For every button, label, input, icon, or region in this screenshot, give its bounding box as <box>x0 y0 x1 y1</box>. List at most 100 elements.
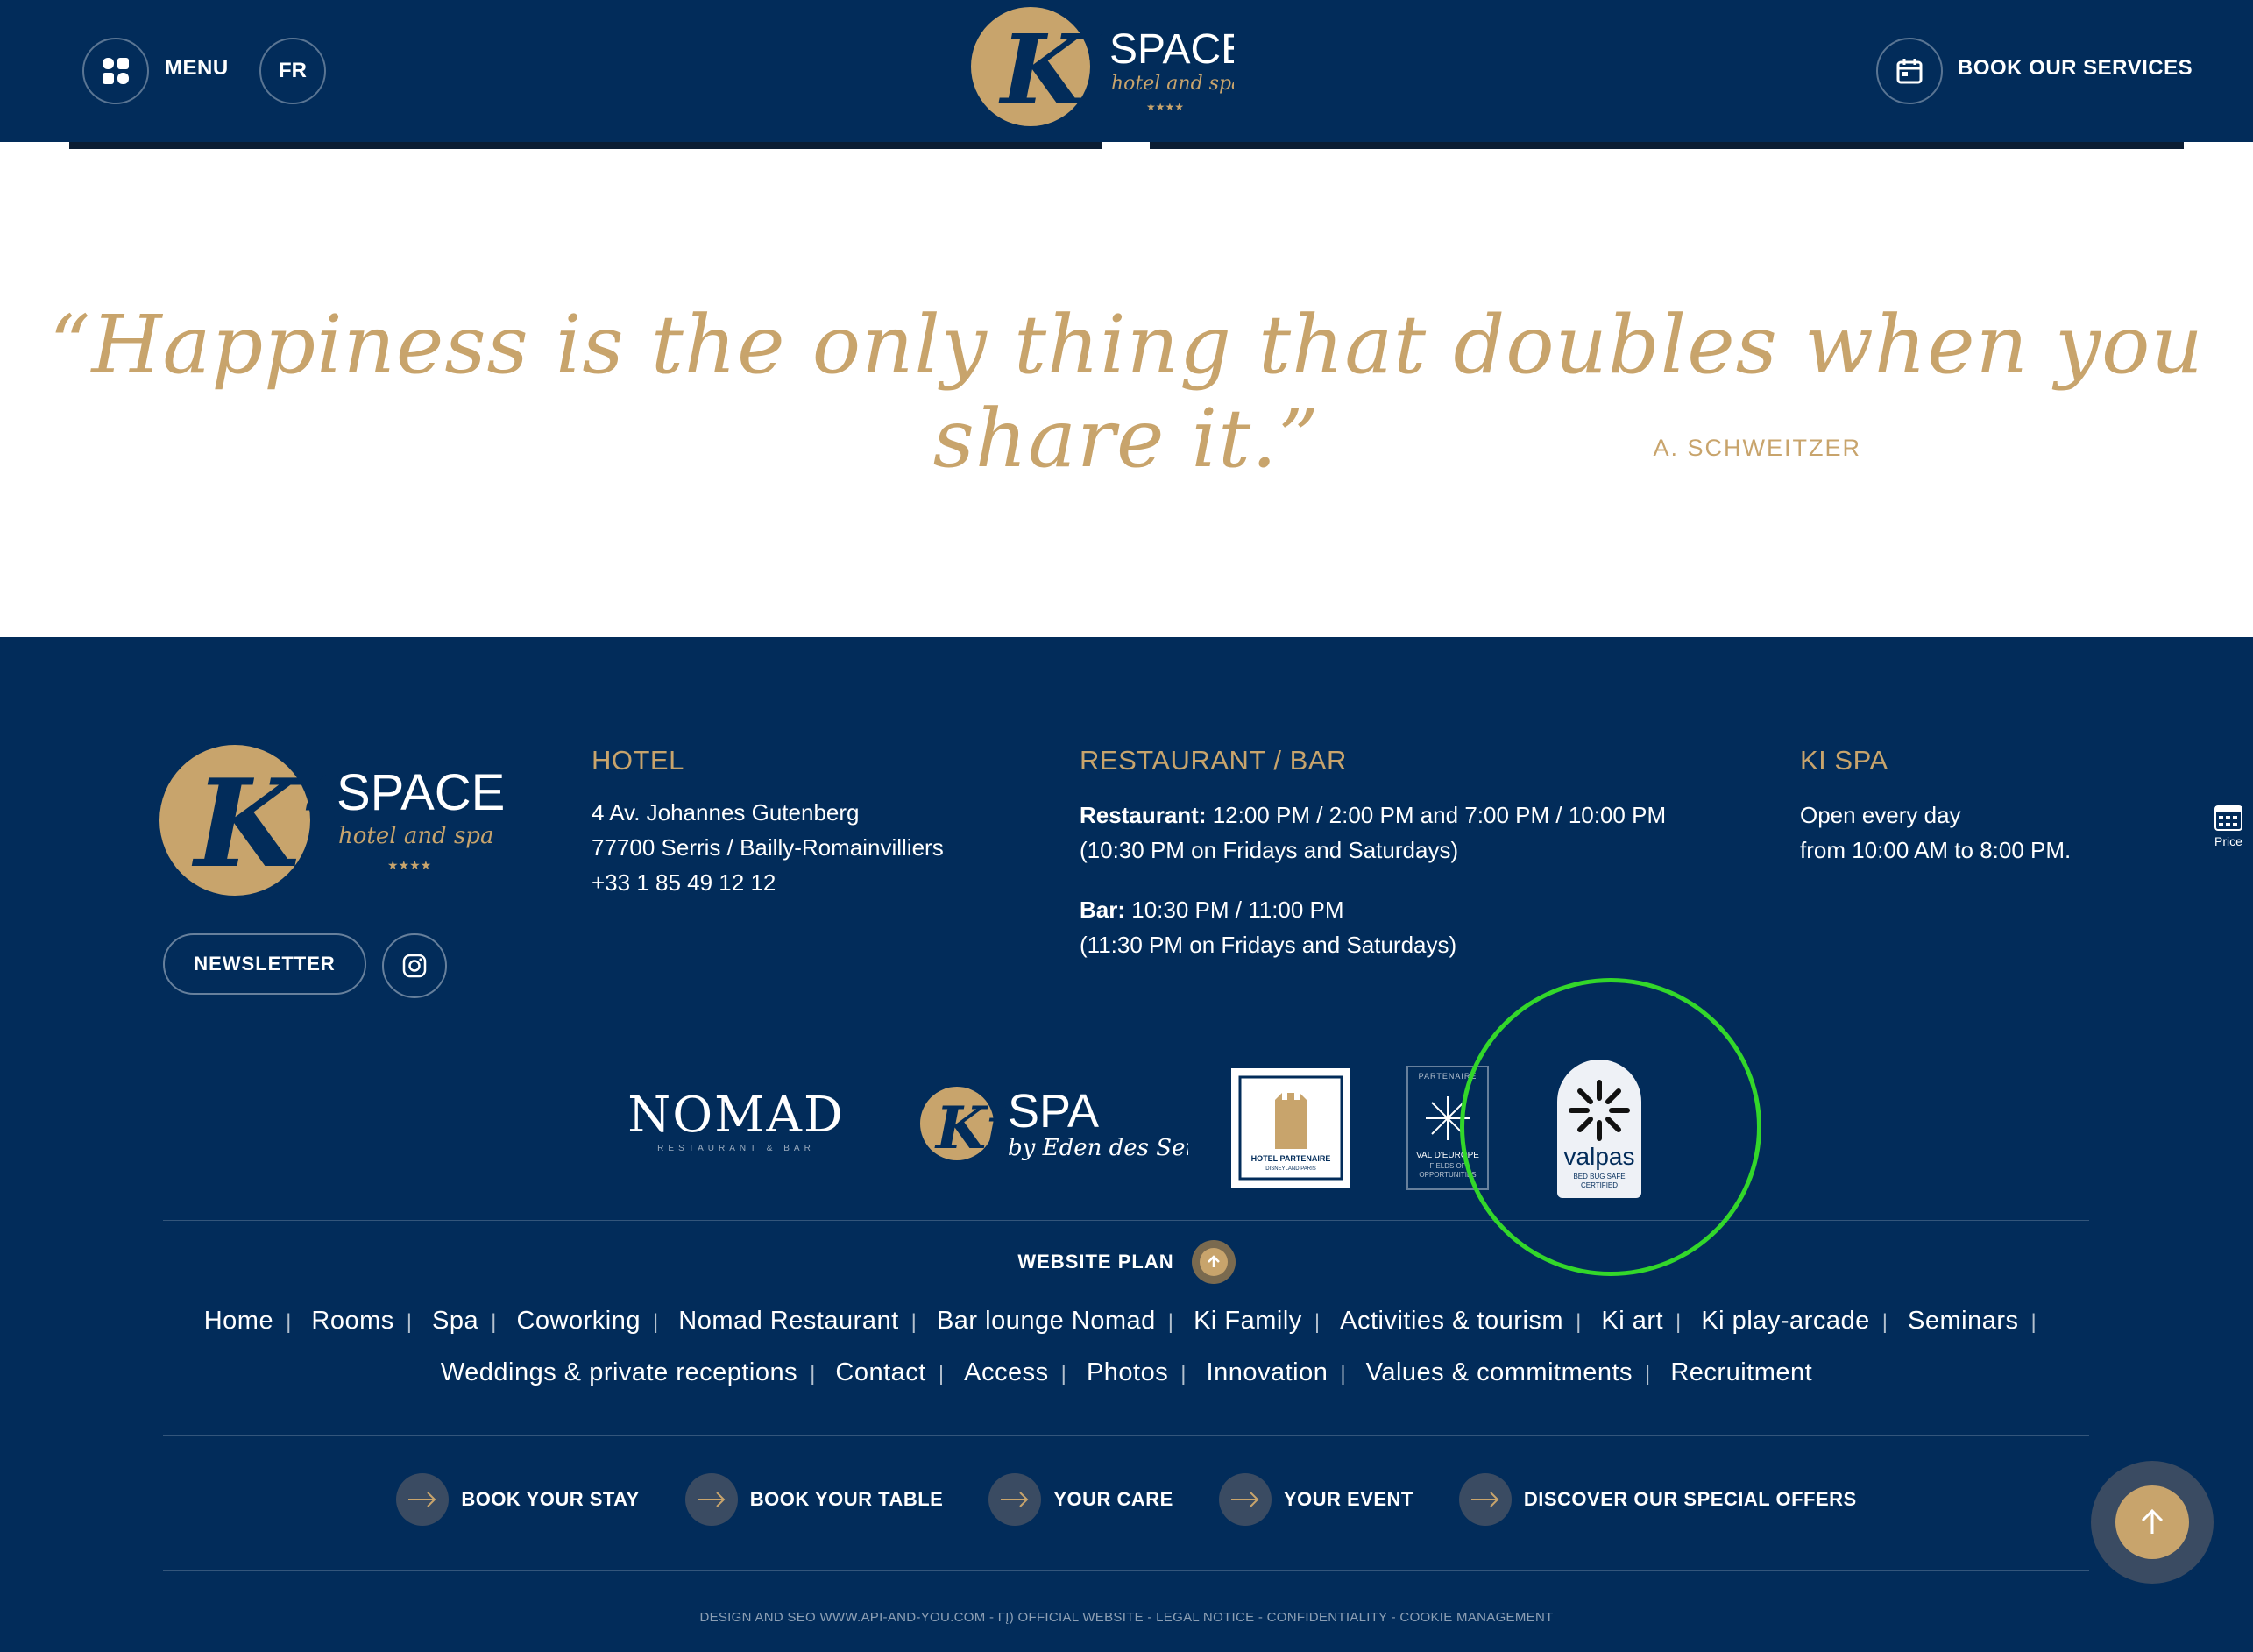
link-separator: | <box>2030 1310 2037 1334</box>
header-logo[interactable]: Ki SPACE hotel and spa ★★★★ <box>971 5 1234 137</box>
logo-ki-text: Ki <box>998 13 1121 126</box>
footer-link-values[interactable]: Values & commitments <box>1366 1358 1633 1387</box>
nomad-logo-art: NOMAD RESTAURANT & BAR <box>627 1087 843 1153</box>
link-separator: | <box>1340 1362 1347 1386</box>
valeurope-line1: VAL D'EUROPE <box>1416 1151 1479 1160</box>
footer-link-coworking[interactable]: Coworking <box>516 1307 641 1336</box>
book-services-button[interactable] <box>1876 38 1943 104</box>
arrow-right-icon <box>697 1492 726 1507</box>
cta-arrow-circle <box>988 1473 1042 1526</box>
link-separator: | <box>1060 1362 1067 1386</box>
footer-logo-tagline-text: hotel and spa <box>338 823 493 849</box>
restaurant-hours-label: Restaurant: <box>1080 802 1207 828</box>
footer-link-innovation[interactable]: Innovation <box>1207 1358 1328 1387</box>
footer-divider-top <box>163 1220 2089 1221</box>
link-separator: | <box>1180 1362 1187 1386</box>
footer-logo-ki-text: Ki <box>191 752 345 895</box>
logo-stars: ★★★★ <box>1146 101 1184 113</box>
hotel-title: HOTEL <box>592 745 684 776</box>
arrow-right-icon <box>1470 1492 1499 1507</box>
section-divider-left <box>69 142 1102 149</box>
cta-arrow-circle <box>396 1473 450 1526</box>
valeurope-line3: OPPORTUNITIES <box>1419 1171 1476 1179</box>
link-separator: | <box>1576 1310 1582 1334</box>
restaurant-title: RESTAURANT / BAR <box>1080 745 1347 776</box>
bar-hours: 10:30 PM / 11:00 PM <box>1125 897 1344 923</box>
footer-links-row1: Home | Rooms | Spa | Coworking | Nomad Resta… <box>0 1307 2253 1336</box>
footer-link-weddings[interactable]: Weddings & private receptions <box>441 1358 797 1387</box>
price-side-tab[interactable]: Price <box>2204 802 2253 848</box>
partner-nomad-logo[interactable]: NOMAD RESTAURANT & BAR <box>615 1084 857 1163</box>
link-separator: | <box>910 1310 917 1334</box>
cta-your-event-label: YOUR EVENT <box>1283 1488 1413 1510</box>
logo-tagline-text: hotel and spa <box>1111 73 1234 95</box>
link-separator: | <box>810 1362 816 1386</box>
cta-row: BOOK YOUR STAY BOOK YOUR TABLE YOUR CARE… <box>0 1473 2253 1526</box>
scroll-to-top-inner <box>2115 1485 2189 1559</box>
footer-link-nomad-restaurant[interactable]: Nomad Restaurant <box>678 1307 898 1336</box>
footer-link-access[interactable]: Access <box>964 1358 1048 1387</box>
footer-divider-bottom <box>163 1570 2089 1571</box>
valpas-name: valpas <box>1564 1143 1635 1170</box>
footer-link-contact[interactable]: Contact <box>835 1358 925 1387</box>
link-separator: | <box>491 1310 497 1334</box>
website-plan[interactable]: WEBSITE PLAN <box>0 1240 2253 1284</box>
spa-hours-line1: Open every day <box>1800 802 1961 828</box>
scroll-to-top-button[interactable] <box>2091 1461 2214 1584</box>
quote-author: A. SCHWEITZER <box>1653 435 1861 461</box>
cta-special-offers[interactable]: DISCOVER OUR SPECIAL OFFERS <box>1458 1473 1857 1526</box>
footer-logo[interactable]: Ki SPACE hotel and spa ★★★★ <box>158 743 508 910</box>
link-separator: | <box>286 1310 292 1334</box>
footer-link-rooms[interactable]: Rooms <box>311 1307 393 1336</box>
bar-hours-note: (11:30 PM on Fridays and Saturdays) <box>1080 932 1457 958</box>
language-button[interactable]: FR <box>259 38 326 104</box>
partner-disney-logo[interactable]: HOTEL PARTENAIRE DISNEYLAND PARIS <box>1231 1068 1350 1188</box>
instagram-button[interactable] <box>382 933 447 998</box>
footer-link-ki-family[interactable]: Ki Family <box>1194 1307 1302 1336</box>
cta-arrow-circle <box>1458 1473 1512 1526</box>
site-header: MENU FR Ki SPACE hotel and spa ★★★★ BOOK… <box>0 0 2253 142</box>
arrow-up-icon <box>1207 1255 1220 1267</box>
cta-your-event[interactable]: YOUR EVENT <box>1218 1473 1413 1526</box>
footer-link-photos[interactable]: Photos <box>1087 1358 1168 1387</box>
website-plan-toggle[interactable] <box>1191 1240 1236 1284</box>
link-separator: | <box>652 1310 659 1334</box>
calendar-grid-icon <box>2214 805 2242 831</box>
footer-logo-stars: ★★★★ <box>387 859 431 873</box>
footer-link-activities[interactable]: Activities & tourism <box>1340 1307 1563 1336</box>
footer-link-seminars[interactable]: Seminars <box>1908 1307 2019 1336</box>
footer-link-home[interactable]: Home <box>204 1307 273 1336</box>
legal-footer-text[interactable]: DESIGN AND SEO WWW.API-AND-YOU.COM - ΓĮ)… <box>0 1610 2253 1625</box>
book-services-label[interactable]: BOOK OUR SERVICES <box>1958 56 2193 81</box>
link-separator: | <box>1645 1362 1651 1386</box>
hotel-phone[interactable]: +33 1 85 49 12 12 <box>592 865 944 900</box>
hotel-address-line1: 4 Av. Johannes Gutenberg <box>592 799 860 826</box>
menu-button[interactable] <box>82 38 149 104</box>
website-plan-inner <box>1199 1248 1228 1276</box>
footer-link-bar-lounge[interactable]: Bar lounge Nomad <box>937 1307 1156 1336</box>
nomad-logo-sub: RESTAURANT & BAR <box>657 1144 815 1153</box>
partner-kispa-logo[interactable]: Ki SPA by Eden des Sens <box>917 1080 1188 1167</box>
kispa-ki-text: Ki <box>934 1094 1008 1162</box>
menu-label[interactable]: MENU <box>165 56 229 81</box>
footer-link-spa[interactable]: Spa <box>432 1307 478 1336</box>
footer-link-recruitment[interactable]: Recruitment <box>1670 1358 1812 1387</box>
website-plan-label[interactable]: WEBSITE PLAN <box>1017 1251 1173 1273</box>
valpas-sub2: CERTIFIED <box>1581 1181 1618 1189</box>
cta-book-table[interactable]: BOOK YOUR TABLE <box>684 1473 944 1526</box>
cta-your-care[interactable]: YOUR CARE <box>988 1473 1173 1526</box>
bar-hours-label: Bar: <box>1080 897 1126 923</box>
language-label: FR <box>279 59 307 82</box>
castle-icon <box>1275 1093 1307 1149</box>
footer-link-ki-art[interactable]: Ki art <box>1601 1307 1663 1336</box>
cta-book-stay[interactable]: BOOK YOUR STAY <box>396 1473 639 1526</box>
footer-links-row2: Weddings & private receptions | Contact | … <box>0 1358 2253 1387</box>
arrow-right-icon <box>1001 1492 1029 1507</box>
link-separator: | <box>1167 1310 1174 1334</box>
cta-book-stay-label: BOOK YOUR STAY <box>461 1488 640 1510</box>
footer-link-ki-play-arcade[interactable]: Ki play-arcade <box>1701 1307 1869 1336</box>
newsletter-button[interactable]: NEWSLETTER <box>163 933 366 995</box>
partner-valeurope-logo[interactable]: PARTENAIRE VAL D'EUROPE FIELDS OF OPPORT… <box>1406 1065 1490 1191</box>
partner-valpas-logo[interactable]: valpas BED BUG SAFE CERTIFIED <box>1554 1056 1645 1200</box>
arrow-right-icon <box>1230 1492 1259 1507</box>
